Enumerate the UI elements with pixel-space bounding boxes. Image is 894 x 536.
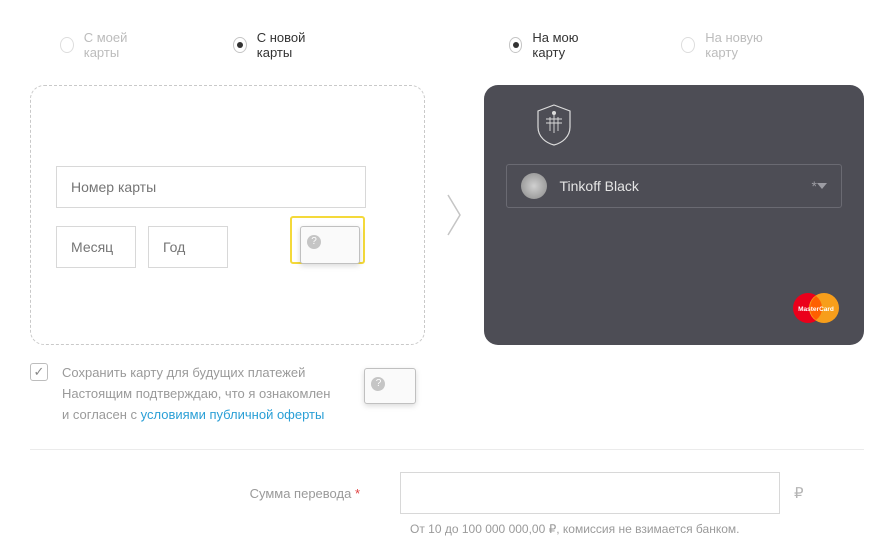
radio-label: На новую карту: [705, 30, 784, 60]
save-card-checkbox[interactable]: ✓: [30, 363, 48, 381]
save-line2: Настоящим подтверждаю, что я ознакомлен: [62, 386, 330, 401]
public-offer-link[interactable]: условиями публичной оферты: [141, 407, 325, 422]
currency-symbol: ₽: [794, 484, 804, 502]
radio-icon: [509, 37, 523, 53]
svg-text:MasterCard: MasterCard: [798, 306, 834, 313]
radio-to-my-card[interactable]: На мою карту: [509, 30, 602, 60]
question-icon: ?: [371, 377, 385, 391]
radio-label: На мою карту: [532, 30, 601, 60]
arrow-separator-icon: [445, 193, 465, 237]
radio-icon: [681, 37, 695, 53]
card-number-input[interactable]: [56, 166, 366, 208]
radio-icon: [233, 37, 247, 53]
radio-label: С новой карты: [257, 30, 331, 60]
bank-crest-icon: [532, 103, 576, 147]
amount-label: Сумма перевода *: [30, 486, 400, 501]
question-icon: ?: [307, 235, 321, 249]
destination-card-select[interactable]: Tinkoff Black *: [506, 164, 842, 208]
amount-hint: От 10 до 100 000 000,00 ₽, комиссия не в…: [0, 514, 894, 536]
cvv-input[interactable]: ?: [300, 226, 360, 264]
save-line1: Сохранить карту для будущих платежей: [62, 365, 305, 380]
card-product-icon: [521, 173, 547, 199]
save-line3-prefix: и согласен с: [62, 407, 141, 422]
card-select-label: Tinkoff Black: [559, 178, 805, 194]
radio-to-new-card[interactable]: На новую карту: [681, 30, 784, 60]
radio-from-my-card[interactable]: С моей карты: [60, 30, 153, 60]
radio-icon: [60, 37, 74, 53]
expiry-month-input[interactable]: [56, 226, 136, 268]
destination-card-panel: Tinkoff Black * MasterCard: [484, 85, 864, 345]
expiry-year-input[interactable]: [148, 226, 228, 268]
help-tooltip-box[interactable]: ?: [364, 368, 416, 404]
mastercard-icon: MasterCard: [790, 291, 842, 325]
save-card-text: Сохранить карту для будущих платежей Нас…: [62, 363, 330, 425]
chevron-down-icon: [817, 183, 827, 189]
radio-from-new-card[interactable]: С новой карты: [233, 30, 330, 60]
radio-label: С моей карты: [84, 30, 153, 60]
amount-input[interactable]: [400, 472, 780, 514]
source-card-panel: ?: [30, 85, 425, 345]
